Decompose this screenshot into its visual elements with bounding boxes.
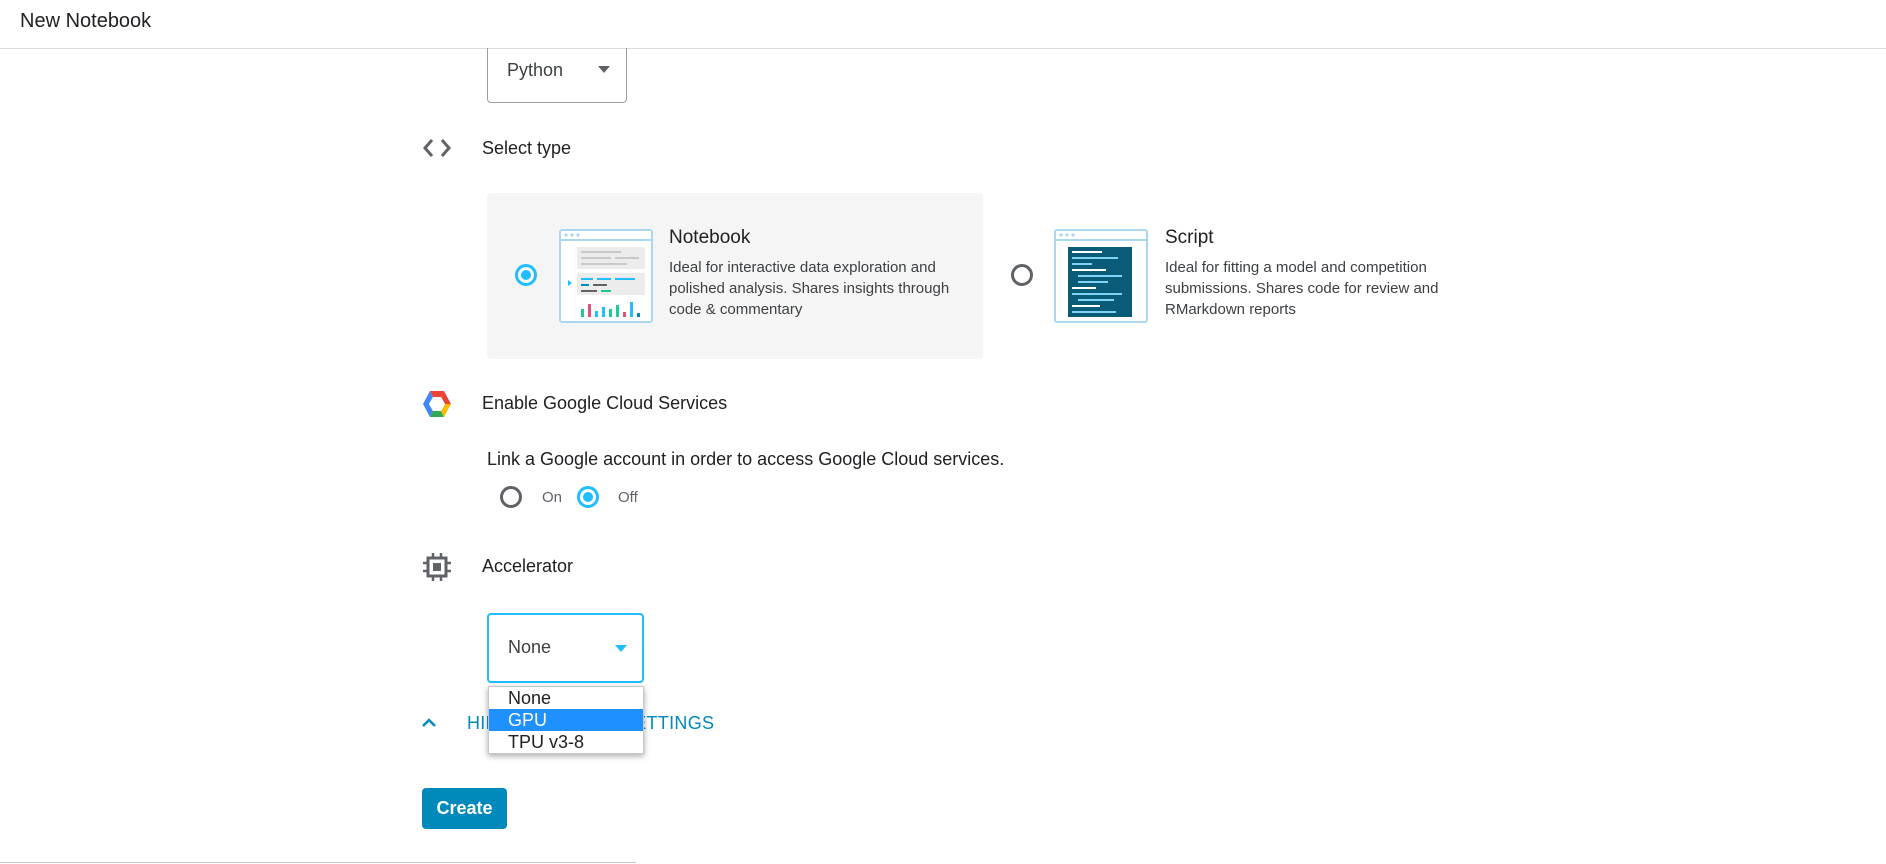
accelerator-option-gpu[interactable]: GPU <box>489 709 643 731</box>
create-button[interactable]: Create <box>422 788 507 829</box>
gcs-off-radio[interactable] <box>577 486 599 508</box>
notebook-radio[interactable] <box>515 264 537 286</box>
gcs-on-label[interactable]: On <box>542 489 562 506</box>
gcs-on-radio[interactable] <box>500 486 522 508</box>
script-description: Ideal for fitting a model and competitio… <box>1165 259 1439 318</box>
select-type-label: Select type <box>482 138 572 158</box>
chip-icon <box>423 553 451 581</box>
accelerator-select-value: None <box>508 637 552 657</box>
app-header: New Notebook <box>0 0 1886 49</box>
script-title: Script <box>1165 227 1214 248</box>
script-thumbnail-icon <box>1054 229 1148 323</box>
type-option-notebook[interactable]: Notebook Ideal for interactive data expl… <box>487 193 983 359</box>
google-cloud-icon <box>423 391 451 417</box>
accelerator-option-tpu[interactable]: TPU v3-8 <box>489 731 643 753</box>
type-option-script[interactable]: Script Ideal for fitting a model and com… <box>1001 193 1497 359</box>
accelerator-select[interactable]: None <box>487 613 644 683</box>
page-title: New Notebook <box>20 10 152 32</box>
gcs-label: Enable Google Cloud Services <box>482 393 728 413</box>
divider <box>0 862 636 863</box>
accelerator-label: Accelerator <box>482 556 574 576</box>
chevron-down-icon <box>615 645 627 652</box>
notebook-thumbnail-icon <box>559 229 653 323</box>
script-radio[interactable] <box>1011 264 1033 286</box>
language-select-value: Python <box>507 60 564 80</box>
notebook-description: Ideal for interactive data exploration a… <box>669 259 950 318</box>
language-select[interactable]: Python <box>487 48 627 103</box>
gcs-description: Link a Google account in order to access… <box>487 449 1005 469</box>
gcs-off-label[interactable]: Off <box>618 489 638 506</box>
chevron-down-icon <box>598 66 610 73</box>
accelerator-option-none[interactable]: None <box>489 687 643 709</box>
chevron-up-icon[interactable] <box>420 714 438 732</box>
code-brackets-icon <box>423 139 451 157</box>
accelerator-dropdown-list: None GPU TPU v3-8 <box>488 686 644 754</box>
notebook-title: Notebook <box>669 227 751 248</box>
